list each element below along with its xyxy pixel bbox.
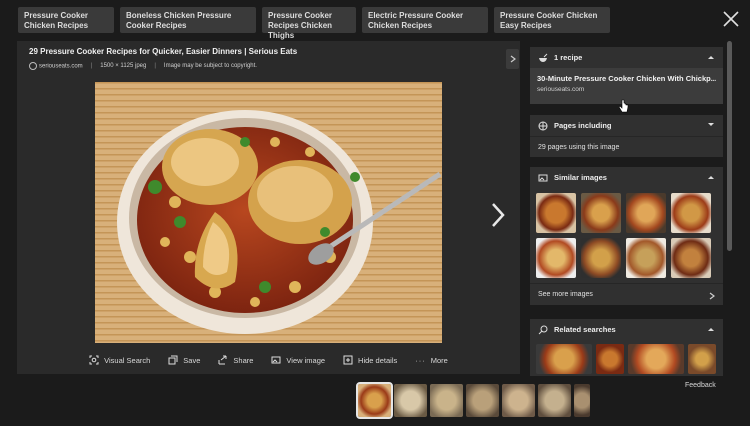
share-label: Share	[233, 355, 254, 365]
hide-details-label: Hide details	[358, 355, 398, 365]
search-icon	[538, 325, 548, 334]
source[interactable]: seriouseats.com	[29, 62, 83, 70]
similar-thumb[interactable]	[581, 193, 621, 233]
visual-search-label: Visual Search	[104, 355, 151, 365]
image-icon	[538, 174, 548, 181]
visual-search-button[interactable]: Visual Search	[89, 349, 150, 371]
image-actions: Visual Search Save Share View image Hide…	[17, 349, 520, 371]
pages-section: Pages including 29 pages using this imag…	[530, 115, 723, 157]
next-image-button[interactable]	[487, 201, 509, 229]
divider: |	[154, 63, 156, 69]
share-button[interactable]: Share	[218, 349, 253, 371]
related-chip[interactable]: Pressure Cooker Recipes Chicken Thighs	[262, 7, 356, 40]
image-title[interactable]: 29 Pressure Cooker Recipes for Quicker, …	[29, 47, 297, 56]
related-thumbs	[530, 340, 723, 378]
related-section: Related searches	[530, 319, 723, 376]
image-viewer: 29 Pressure Cooker Recipes for Quicker, …	[17, 41, 520, 374]
similar-thumb[interactable]	[626, 193, 666, 233]
pages-row[interactable]: 29 pages using this image	[530, 136, 723, 157]
recipes-header[interactable]: 1 recipe	[530, 47, 723, 68]
details-panel: 1 recipe 30-Minute Pressure Cooker Chick…	[530, 41, 723, 376]
recipe-title: 30-Minute Pressure Cooker Chicken With C…	[537, 74, 716, 83]
film-thumb[interactable]	[574, 384, 590, 417]
related-header-label: Related searches	[554, 325, 616, 334]
more-button[interactable]: ··· More	[415, 349, 448, 371]
view-image-icon	[271, 356, 281, 364]
scrollbar-thumb[interactable]	[727, 41, 732, 251]
chevron-right-icon	[492, 203, 505, 227]
film-thumb[interactable]	[538, 384, 571, 417]
related-chips: Pressure Cooker Chicken Recipes Boneless…	[18, 7, 610, 40]
related-chip[interactable]: Electric Pressure Cooker Chicken Recipes	[362, 7, 488, 33]
similar-thumb[interactable]	[536, 238, 576, 278]
film-thumb[interactable]	[356, 382, 393, 419]
expand-button[interactable]	[506, 49, 519, 69]
save-label: Save	[183, 355, 201, 365]
pointer-cursor-icon	[619, 99, 629, 113]
chevron-right-icon	[510, 55, 516, 63]
related-thumb[interactable]	[536, 344, 592, 374]
see-more-label: See more images	[538, 291, 593, 298]
filmstrip	[356, 382, 590, 419]
film-thumb[interactable]	[502, 384, 535, 417]
chevron-down-icon	[708, 123, 714, 126]
copyright-note: Image may be subject to copyright.	[163, 63, 257, 69]
bowl-icon	[539, 53, 548, 62]
more-dots-icon: ···	[415, 355, 426, 365]
related-header[interactable]: Related searches	[530, 319, 723, 340]
recipes-header-label: 1 recipe	[554, 53, 583, 62]
save-icon	[168, 355, 178, 365]
image-dimensions: 1500 × 1125 jpeg	[100, 63, 147, 69]
chevron-up-icon	[708, 176, 714, 179]
similar-section: Similar images See more images	[530, 167, 723, 305]
globe-icon	[538, 121, 548, 130]
similar-header[interactable]: Similar images	[530, 167, 723, 188]
similar-thumb[interactable]	[671, 193, 711, 233]
main-image[interactable]	[95, 82, 442, 343]
related-chip[interactable]: Pressure Cooker Chicken Easy Recipes	[494, 7, 610, 33]
similar-thumb[interactable]	[671, 238, 711, 278]
globe-icon	[29, 62, 37, 70]
recipe-source: seriouseats.com	[537, 86, 585, 93]
see-more-images-button[interactable]: See more images	[530, 283, 723, 305]
similar-thumb[interactable]	[581, 238, 621, 278]
source-label: seriouseats.com	[39, 63, 83, 70]
similar-thumb[interactable]	[536, 193, 576, 233]
panel-scrollbar[interactable]	[727, 41, 732, 376]
pages-header-label: Pages including	[554, 121, 612, 130]
related-thumb[interactable]	[688, 344, 716, 374]
similar-grid	[530, 188, 723, 283]
related-chip[interactable]: Boneless Chicken Pressure Cooker Recipes	[120, 7, 256, 33]
film-thumb[interactable]	[430, 384, 463, 417]
view-image-label: View image	[286, 355, 326, 365]
related-thumb[interactable]	[596, 344, 624, 374]
chevron-right-icon	[709, 292, 715, 300]
chevron-up-icon	[708, 328, 714, 331]
hide-details-icon	[343, 355, 353, 365]
hide-details-button[interactable]: Hide details	[343, 349, 397, 371]
pages-header[interactable]: Pages including	[530, 115, 723, 136]
view-image-button[interactable]: View image	[271, 349, 325, 371]
more-label: More	[430, 355, 448, 365]
save-button[interactable]: Save	[168, 349, 200, 371]
share-icon	[218, 355, 227, 365]
similar-thumb[interactable]	[626, 238, 666, 278]
visual-search-icon	[89, 355, 99, 365]
close-icon[interactable]	[722, 10, 740, 28]
film-thumb[interactable]	[466, 384, 499, 417]
similar-header-label: Similar images	[554, 173, 607, 182]
image-meta: seriouseats.com | 1500 × 1125 jpeg | Ima…	[29, 62, 257, 70]
recipes-section: 1 recipe 30-Minute Pressure Cooker Chick…	[530, 47, 723, 104]
related-chip[interactable]: Pressure Cooker Chicken Recipes	[18, 7, 114, 33]
related-thumb[interactable]	[628, 344, 684, 374]
chevron-up-icon	[708, 56, 714, 59]
film-thumb[interactable]	[394, 384, 427, 417]
divider: |	[90, 63, 93, 69]
feedback-link[interactable]: Feedback	[685, 382, 716, 389]
